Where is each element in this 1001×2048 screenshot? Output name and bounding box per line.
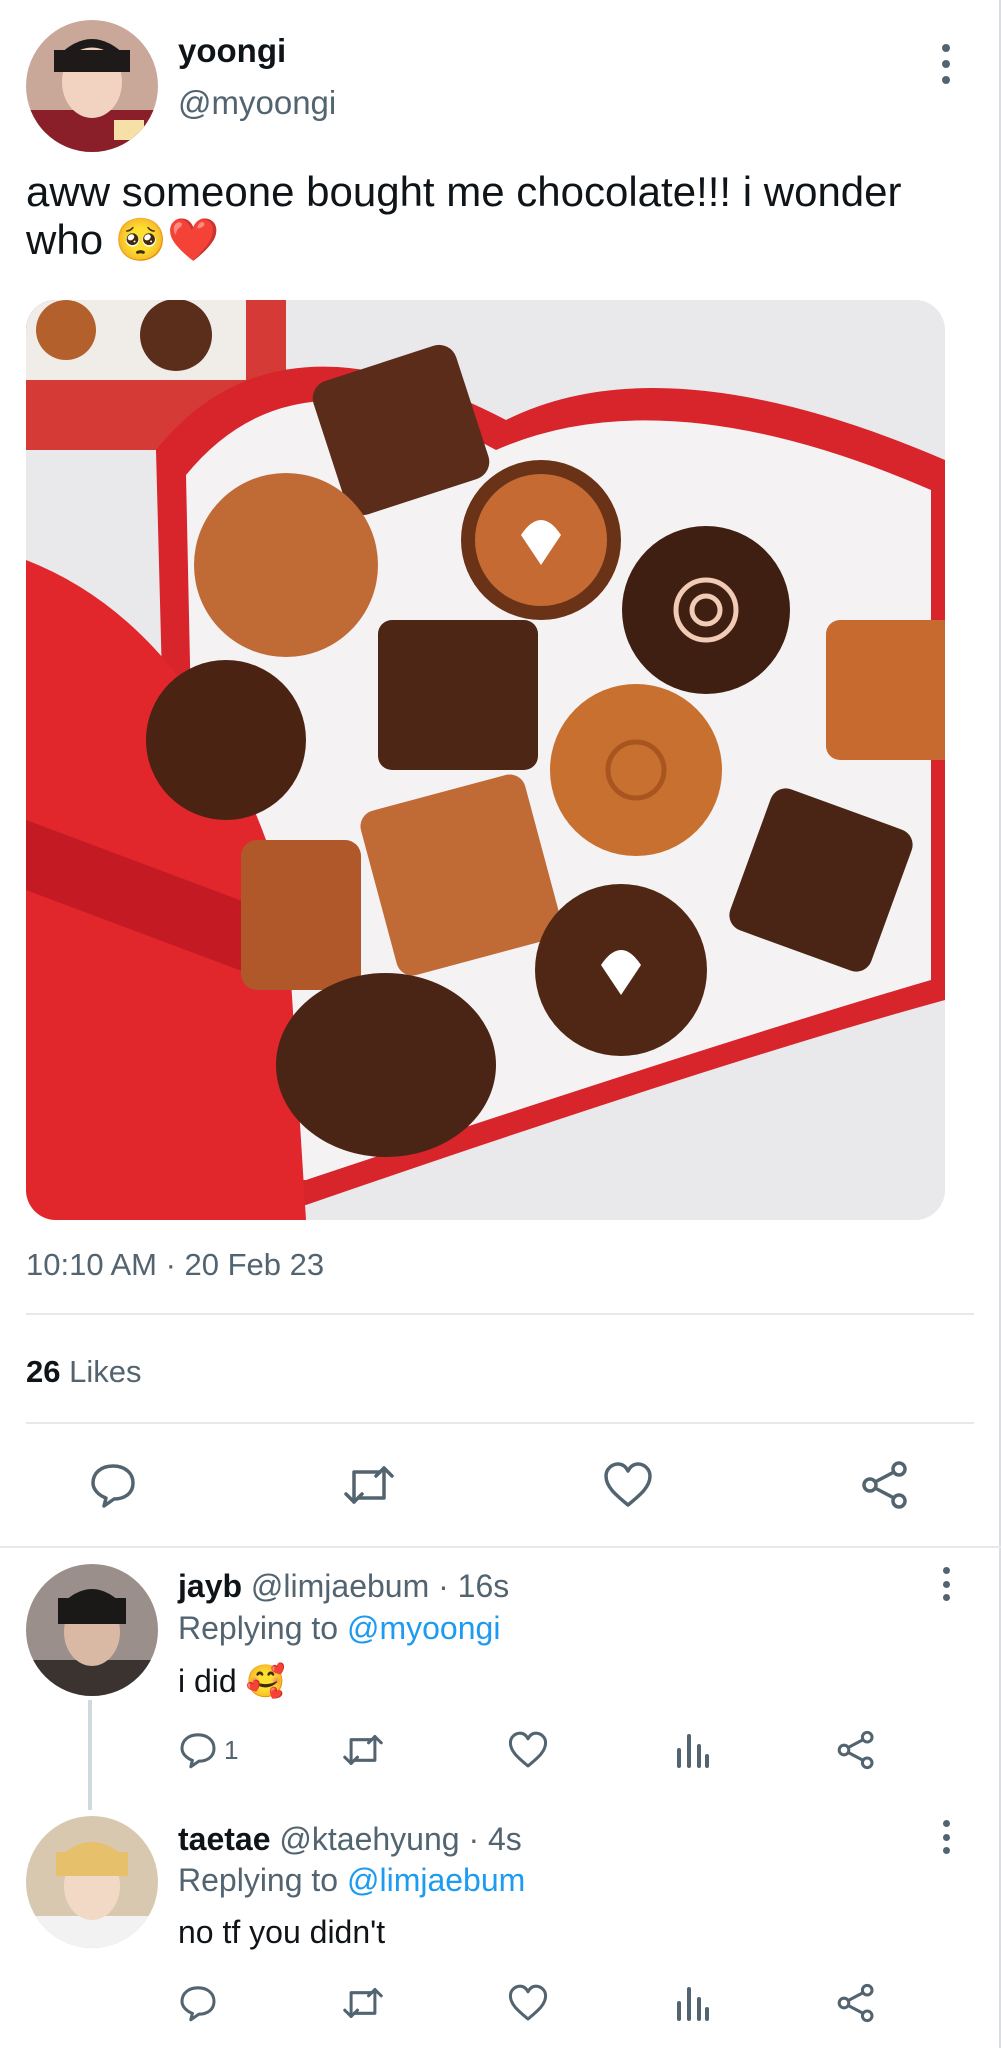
retweet-button[interactable] — [340, 1983, 386, 2023]
share-button[interactable] — [836, 1983, 876, 2023]
divider-mid — [26, 1422, 974, 1424]
retweet-icon — [343, 1988, 383, 2018]
reply-header: jayb @limjaebum · 16s — [178, 1568, 509, 1605]
like-button[interactable] — [602, 1460, 654, 1510]
replying-prefix: Replying to — [178, 1610, 339, 1646]
reply-icon — [91, 1464, 135, 1508]
tweet-photo[interactable] — [26, 300, 945, 1220]
reply-icon — [180, 1733, 216, 1769]
likes-count[interactable]: 26 Likes — [26, 1354, 141, 1390]
replying-prefix: Replying to — [178, 1862, 339, 1898]
divider-bottom — [0, 1546, 1001, 1548]
share-icon — [837, 1730, 874, 1770]
reply-count: 1 — [224, 1734, 239, 1765]
like-button[interactable] — [507, 1983, 549, 2023]
share-button[interactable] — [836, 1730, 876, 1770]
like-button[interactable] — [507, 1730, 549, 1770]
author-name[interactable]: yoongi — [178, 32, 286, 70]
more-vertical-icon[interactable] — [936, 1567, 956, 1601]
reply-author-handle[interactable]: @limjaebum — [251, 1568, 429, 1604]
tweet-text: aww someone bought me chocolate!!! i won… — [26, 168, 902, 263]
share-icon — [862, 1461, 907, 1509]
reply-button[interactable] — [178, 1983, 218, 2023]
author-handle[interactable]: @myoongi — [178, 84, 336, 122]
reply-icon — [180, 1986, 216, 2022]
retweet-icon — [344, 1466, 394, 1504]
divider-top — [26, 1313, 974, 1315]
likes-label: Likes — [69, 1354, 142, 1389]
analytics-icon — [677, 1987, 709, 2021]
retweet-button[interactable] — [340, 1730, 386, 1770]
reply-time: · 16s — [438, 1568, 510, 1604]
views-button[interactable] — [675, 1730, 711, 1770]
replying-to-link[interactable]: @myoongi — [347, 1610, 500, 1646]
more-vertical-icon[interactable] — [936, 44, 956, 84]
reply-time: · 4s — [468, 1821, 522, 1857]
reply-text: i did 🥰 — [178, 1663, 286, 1699]
author-avatar[interactable] — [26, 20, 158, 152]
share-button[interactable] — [860, 1460, 910, 1510]
retweet-icon — [343, 1735, 383, 1765]
likes-number: 26 — [26, 1354, 61, 1389]
share-icon — [837, 1983, 874, 2023]
reply-text: no tf you didn't — [178, 1914, 386, 1950]
analytics-icon — [677, 1734, 709, 1768]
reply-avatar[interactable] — [26, 1564, 158, 1696]
retweet-button[interactable] — [340, 1460, 398, 1510]
more-vertical-icon[interactable] — [936, 1820, 956, 1854]
replying-to-link[interactable]: @limjaebum — [347, 1862, 525, 1898]
replying-to: Replying to @myoongi — [178, 1610, 500, 1647]
reply-author-name[interactable]: jayb — [178, 1568, 242, 1604]
thread-connector-line — [88, 1700, 92, 1810]
reply-header: taetae @ktaehyung · 4s — [178, 1821, 522, 1858]
heart-icon — [508, 1984, 548, 2021]
reply-author-name[interactable]: taetae — [178, 1821, 271, 1857]
tweet-timestamp[interactable]: 10:10 AM · 20 Feb 23 — [26, 1247, 324, 1283]
reply-author-handle[interactable]: @ktaehyung — [279, 1821, 459, 1857]
replying-to: Replying to @limjaebum — [178, 1862, 525, 1899]
heart-icon — [508, 1731, 548, 1768]
heart-icon — [604, 1462, 652, 1507]
reply-button[interactable]: 1 — [178, 1730, 238, 1770]
reply-button[interactable] — [88, 1460, 138, 1510]
views-button[interactable] — [675, 1983, 711, 2023]
reply-avatar[interactable] — [26, 1816, 158, 1948]
